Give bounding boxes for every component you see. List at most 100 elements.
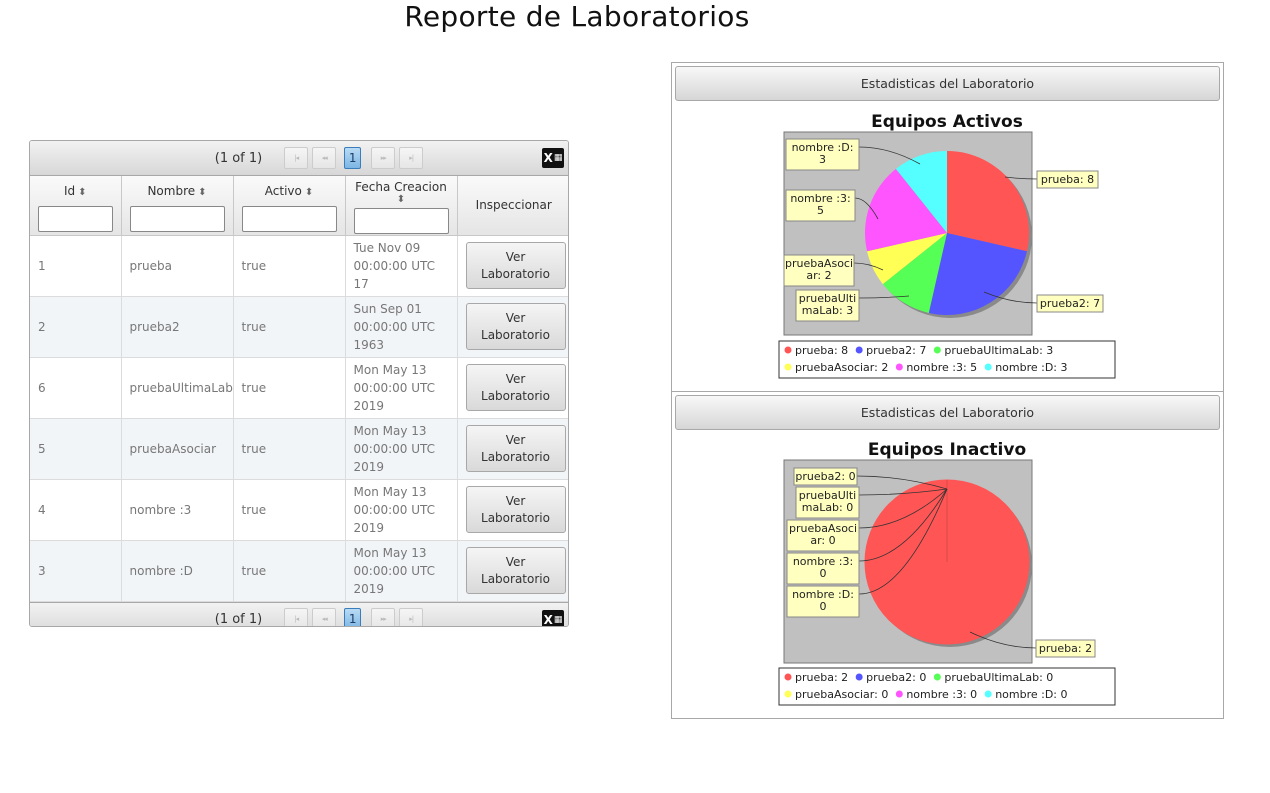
legend-entry: prueba2: 0 xyxy=(866,671,926,684)
pie-chart-active: Equipos Activos prueba: 8 prueba2: 7 prueba… xyxy=(778,112,1116,379)
cell-nombre: pruebaAsociar xyxy=(121,418,234,480)
filter-fecha-input[interactable] xyxy=(353,208,449,234)
cell-fecha: Mon May 13 00:00:00 UTC 2019 xyxy=(345,479,458,541)
data-label: ar: 2 xyxy=(806,269,831,282)
cell-nombre: nombre :D xyxy=(121,540,234,602)
table-row[interactable]: 4 nombre :3 true Mon May 13 00:00:00 UTC 2019… xyxy=(30,479,568,541)
data-table: Id⬍ Nombre⬍ Activo⬍ Fecha Creacion ⬍ xyxy=(30,176,568,602)
data-label: maLab: 3 xyxy=(802,304,854,317)
page-report: (1 of 1) xyxy=(214,150,263,166)
page-report: (1 of 1) xyxy=(214,611,263,627)
page-number-button[interactable]: 1 xyxy=(344,147,362,169)
data-label: prueba: 8 xyxy=(1041,173,1094,186)
cell-activo: true xyxy=(233,479,346,541)
previous-page-icon[interactable]: ◂◂ xyxy=(312,147,337,169)
cell-id: 6 xyxy=(30,357,122,419)
page-number-button[interactable]: 1 xyxy=(344,608,362,626)
cell-inspeccionar: Ver Laboratorio xyxy=(457,418,568,480)
sort-icon[interactable]: ⬍ xyxy=(354,194,449,206)
ver-laboratorio-button[interactable]: Ver Laboratorio xyxy=(465,364,566,411)
legend-marker xyxy=(784,363,792,371)
ver-laboratorio-button[interactable]: Ver Laboratorio xyxy=(465,425,566,472)
legend-marker xyxy=(855,346,863,354)
paginator-bottom: (1 of 1) |◂ ◂◂ 1 ▸▸ ▸| X ▦ xyxy=(30,601,568,627)
legend-entry: nombre :D: 0 xyxy=(995,688,1067,701)
cell-inspeccionar: Ver Laboratorio xyxy=(457,357,568,419)
column-header-fecha[interactable]: Fecha Creacion ⬍ xyxy=(345,176,458,236)
cell-activo: true xyxy=(233,235,346,297)
data-label: prueba2: 7 xyxy=(1040,297,1100,310)
cell-fecha: Sun Sep 01 00:00:00 UTC 1963 xyxy=(345,296,458,358)
cell-activo: true xyxy=(233,540,346,602)
legend-marker xyxy=(895,690,903,698)
cell-nombre: prueba2 xyxy=(121,296,234,358)
laboratories-table: (1 of 1) |◂ ◂◂ 1 ▸▸ ▸| X ▦ Id ⬍ Nombre ⬍ Ac… xyxy=(29,140,569,627)
legend-marker xyxy=(855,673,863,681)
legend-marker xyxy=(784,346,792,354)
table-row[interactable]: 1 prueba true Tue Nov 09 00:00:00 UTC 17 Ver L… xyxy=(30,235,568,297)
legend-marker xyxy=(933,346,941,354)
legend-marker xyxy=(895,363,903,371)
first-page-icon[interactable]: |◂ xyxy=(284,147,309,169)
cell-inspeccionar: Ver Laboratorio xyxy=(457,296,568,358)
cell-activo: true xyxy=(233,357,346,419)
column-header-inspeccionar: Inspeccionar xyxy=(457,176,568,236)
chart-title: Equipos Inactivo xyxy=(868,440,1026,460)
column-header-id[interactable]: Id ⬍ xyxy=(30,176,122,236)
legend-marker xyxy=(933,673,941,681)
sort-icon[interactable]: ⬍ xyxy=(305,187,313,198)
legend-marker xyxy=(984,363,992,371)
cell-inspeccionar: Ver Laboratorio xyxy=(457,479,568,541)
last-page-icon[interactable]: ▸| xyxy=(399,147,424,169)
legend-entry: pruebaUltimaLab: 0 xyxy=(944,671,1053,684)
table-row[interactable]: 5 pruebaAsociar true Mon May 13 00:00:00 UTC… xyxy=(30,418,568,480)
cell-inspeccionar: Ver Laboratorio xyxy=(457,540,568,602)
last-page-icon[interactable]: ▸| xyxy=(399,608,424,626)
data-label: 0 xyxy=(820,567,827,580)
next-page-icon[interactable]: ▸▸ xyxy=(371,608,396,626)
filter-nombre-input[interactable] xyxy=(129,206,225,232)
page-title: Reporte de Laboratorios xyxy=(404,0,750,33)
ver-laboratorio-button[interactable]: Ver Laboratorio xyxy=(465,242,566,289)
first-page-icon[interactable]: |◂ xyxy=(284,608,309,626)
cell-id: 1 xyxy=(30,235,122,297)
column-header-nombre[interactable]: Nombre ⬍ xyxy=(121,176,234,236)
legend-entry: prueba: 8 xyxy=(795,344,848,357)
next-page-icon[interactable]: ▸▸ xyxy=(371,147,396,169)
cell-inspeccionar: Ver Laboratorio xyxy=(457,235,568,297)
cell-id: 5 xyxy=(30,418,122,480)
legend-entry: pruebaAsociar: 0 xyxy=(795,688,888,701)
cell-nombre: pruebaUltimaLab xyxy=(121,357,234,419)
excel-export-icon[interactable]: X ▦ xyxy=(542,148,564,168)
table-row[interactable]: 2 prueba2 true Sun Sep 01 00:00:00 UTC 1963 Ve… xyxy=(30,296,568,358)
cell-nombre: nombre :3 xyxy=(121,479,234,541)
cell-activo: true xyxy=(233,418,346,480)
table-row[interactable]: 6 pruebaUltimaLab true Mon May 13 00:00:00 U… xyxy=(30,357,568,419)
stats-panel-active: Estadisticas del Laboratorio Equipos Act… xyxy=(671,62,1224,392)
data-label: 3 xyxy=(819,153,826,166)
chart-title: Equipos Activos xyxy=(871,112,1023,132)
filter-activo-input[interactable] xyxy=(241,206,337,232)
column-header-activo[interactable]: Activo ⬍ xyxy=(233,176,346,236)
cell-fecha: Mon May 13 00:00:00 UTC 2019 xyxy=(345,357,458,419)
excel-export-icon[interactable]: X ▦ xyxy=(542,609,564,626)
cell-id: 4 xyxy=(30,479,122,541)
sort-icon[interactable]: ⬍ xyxy=(78,187,86,198)
data-label: 0 xyxy=(820,600,827,613)
table-row[interactable]: 3 nombre :D true Mon May 13 00:00:00 UTC 2019… xyxy=(30,540,568,602)
data-label: prueba: 2 xyxy=(1039,642,1092,655)
legend-entry: pruebaUltimaLab: 3 xyxy=(944,344,1053,357)
legend-marker xyxy=(984,690,992,698)
filter-id-input[interactable] xyxy=(38,206,113,232)
ver-laboratorio-button[interactable]: Ver Laboratorio xyxy=(465,303,566,350)
data-label: 5 xyxy=(817,204,824,217)
ver-laboratorio-button[interactable]: Ver Laboratorio xyxy=(465,486,566,533)
stats-panel-inactive: Estadisticas del Laboratorio Equipos Ina… xyxy=(671,391,1224,719)
sort-icon[interactable]: ⬍ xyxy=(198,187,206,198)
legend-entry: nombre :D: 3 xyxy=(995,361,1067,374)
cell-fecha: Tue Nov 09 00:00:00 UTC 17 xyxy=(345,235,458,297)
previous-page-icon[interactable]: ◂◂ xyxy=(312,608,337,626)
ver-laboratorio-button[interactable]: Ver Laboratorio xyxy=(465,547,566,594)
cell-activo: true xyxy=(233,296,346,358)
cell-fecha: Mon May 13 00:00:00 UTC 2019 xyxy=(345,540,458,602)
